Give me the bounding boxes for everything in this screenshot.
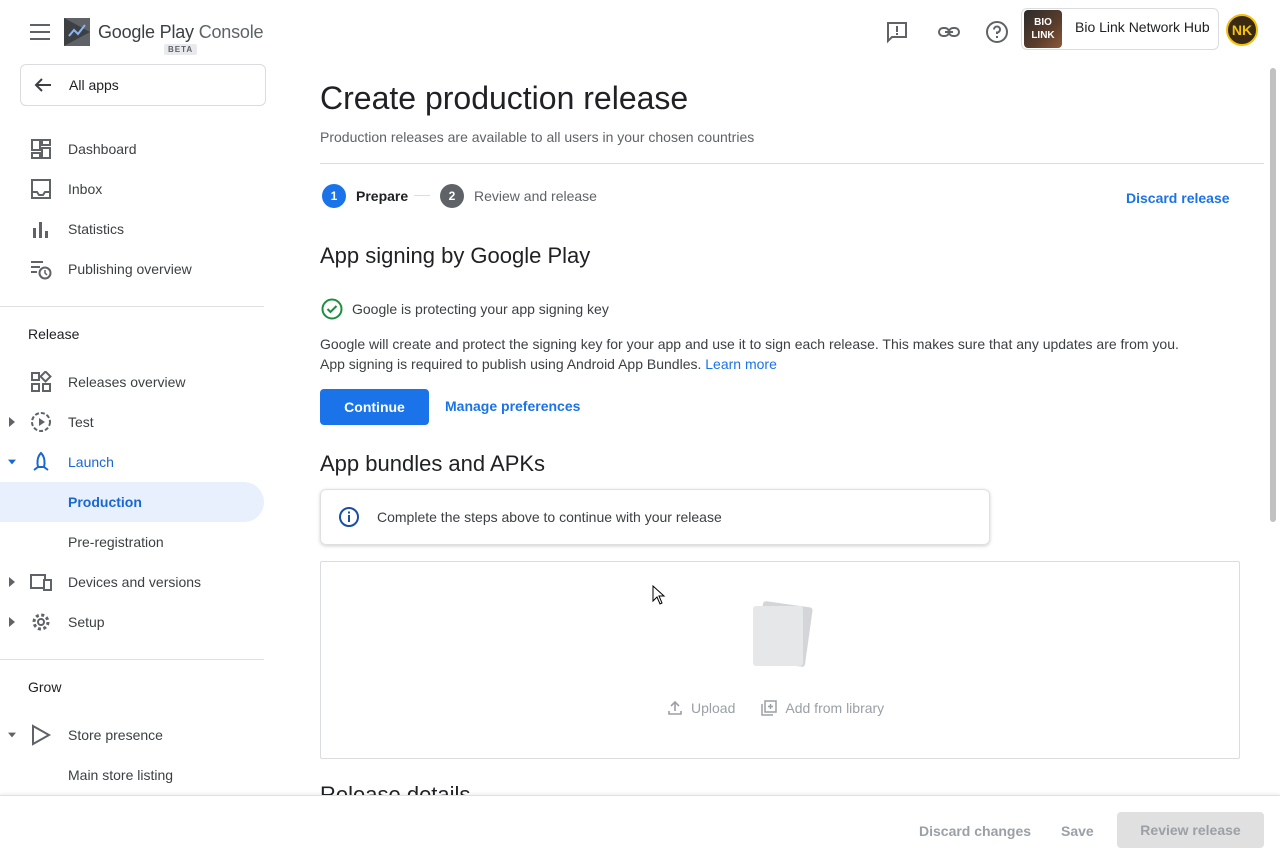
sidebar-item-label: Publishing overview bbox=[68, 261, 192, 277]
section-header-grow: Grow bbox=[28, 679, 62, 695]
account-name: Bio Link Network Hub bbox=[1075, 19, 1210, 35]
play-store-icon bbox=[32, 724, 52, 746]
account-thumbnail: BIO LINK bbox=[1024, 10, 1062, 48]
step-connector bbox=[414, 195, 430, 196]
step-label: Review and release bbox=[474, 188, 597, 204]
page-subtitle: Production releases are available to all… bbox=[320, 129, 755, 145]
library-add-icon bbox=[761, 700, 778, 716]
sidebar-item-publishing-overview[interactable]: Publishing overview bbox=[0, 249, 264, 289]
sidebar-item-launch[interactable]: Launch bbox=[0, 442, 264, 482]
add-from-library-button[interactable]: Add from library bbox=[761, 700, 884, 716]
bundle-upload-dropzone[interactable]: Upload Add from library bbox=[320, 561, 1240, 759]
sidebar-item-label: Test bbox=[68, 414, 94, 430]
sidebar-item-label: Store presence bbox=[68, 727, 163, 743]
scrollbar[interactable] bbox=[1270, 68, 1276, 522]
info-banner: Complete the steps above to continue wit… bbox=[320, 489, 990, 545]
sidebar-divider bbox=[0, 306, 264, 307]
inbox-icon bbox=[31, 179, 51, 199]
signing-description: Google will create and protect the signi… bbox=[320, 336, 1179, 372]
upload-icon bbox=[668, 700, 682, 715]
discard-release-button[interactable]: Discard release bbox=[1126, 190, 1230, 206]
sidebar-item-label: Main store listing bbox=[68, 767, 174, 783]
check-circle-icon bbox=[321, 298, 343, 320]
sidebar-item-setup[interactable]: Setup bbox=[0, 602, 264, 642]
learn-more-link[interactable]: Learn more bbox=[705, 356, 777, 372]
sidebar-item-label: Setup bbox=[68, 614, 105, 630]
link-icon[interactable] bbox=[937, 20, 961, 44]
avatar[interactable]: NK bbox=[1226, 14, 1258, 46]
publishing-overview-icon bbox=[31, 261, 52, 280]
all-apps-button[interactable]: All apps bbox=[20, 64, 266, 106]
document-illustration-icon bbox=[753, 601, 813, 667]
releases-overview-icon bbox=[31, 371, 52, 392]
account-switcher[interactable]: BIO LINK Bio Link Network Hub bbox=[1021, 8, 1219, 50]
step-number: 1 bbox=[322, 184, 346, 208]
help-icon[interactable] bbox=[985, 20, 1009, 44]
app-bundles-heading: App bundles and APKs bbox=[320, 451, 546, 476]
upload-button[interactable]: Upload bbox=[667, 700, 735, 716]
dashboard-icon bbox=[31, 139, 51, 159]
sidebar-item-store-presence[interactable]: Store presence bbox=[0, 715, 264, 755]
sidebar-item-label: Dashboard bbox=[68, 141, 137, 157]
title-divider bbox=[320, 163, 1264, 164]
collapse-arrow-icon[interactable] bbox=[8, 457, 16, 467]
step-review-and-release: 2 Review and release bbox=[440, 184, 597, 208]
devices-icon bbox=[30, 574, 52, 591]
signing-status: Google is protecting your app signing ke… bbox=[320, 297, 609, 321]
save-button[interactable]: Save bbox=[1061, 823, 1094, 839]
feedback-icon[interactable] bbox=[885, 20, 909, 44]
sidebar-item-label: Pre-registration bbox=[68, 534, 164, 550]
review-release-button[interactable]: Review release bbox=[1117, 812, 1264, 848]
beta-badge: BETA bbox=[164, 44, 198, 55]
app-signing-heading: App signing by Google Play bbox=[320, 243, 591, 268]
sidebar-item-dashboard[interactable]: Dashboard bbox=[0, 129, 264, 169]
sidebar-item-test[interactable]: Test bbox=[0, 402, 264, 442]
play-console-logo-icon bbox=[64, 18, 90, 46]
info-icon bbox=[339, 507, 359, 527]
sidebar-item-label: Devices and versions bbox=[68, 574, 202, 590]
gear-icon bbox=[32, 613, 50, 631]
section-header-release: Release bbox=[28, 326, 80, 342]
launch-icon bbox=[33, 451, 49, 471]
upload-actions: Upload Add from library bbox=[667, 700, 910, 716]
sidebar-item-label: Inbox bbox=[68, 181, 103, 197]
menu-icon[interactable] bbox=[30, 24, 50, 40]
expand-arrow-icon[interactable] bbox=[8, 617, 16, 627]
play-console-logo[interactable]: Google Play Console bbox=[62, 16, 264, 48]
expand-arrow-icon[interactable] bbox=[8, 577, 16, 587]
info-banner-text: Complete the steps above to continue wit… bbox=[377, 509, 722, 525]
sidebar-item-main-store-listing[interactable]: Main store listing bbox=[0, 755, 264, 795]
sidebar-item-releases-overview[interactable]: Releases overview bbox=[0, 362, 264, 402]
manage-preferences-button[interactable]: Manage preferences bbox=[445, 398, 580, 414]
sidebar-divider bbox=[0, 659, 264, 660]
collapse-arrow-icon[interactable] bbox=[8, 730, 16, 740]
continue-button[interactable]: Continue bbox=[320, 389, 429, 425]
step-prepare: 1 Prepare bbox=[322, 184, 408, 208]
step-label: Prepare bbox=[356, 188, 409, 204]
discard-changes-button[interactable]: Discard changes bbox=[919, 823, 1031, 839]
arrow-back-icon bbox=[34, 78, 51, 92]
statistics-icon bbox=[33, 222, 48, 238]
page-title: Create production release bbox=[320, 80, 689, 116]
action-footer: Discard changes Save Review release bbox=[0, 795, 1280, 864]
expand-arrow-icon[interactable] bbox=[8, 417, 16, 427]
sidebar-item-label: Production bbox=[68, 494, 142, 510]
sidebar-item-production[interactable]: Production bbox=[0, 482, 264, 522]
sidebar-item-label: Statistics bbox=[68, 221, 125, 237]
sidebar-item-label: Releases overview bbox=[68, 374, 186, 390]
signing-status-text: Google is protecting your app signing ke… bbox=[352, 301, 609, 317]
sidebar-item-statistics[interactable]: Statistics bbox=[0, 209, 264, 249]
sidebar-item-label: Launch bbox=[68, 454, 114, 470]
mouse-cursor-icon bbox=[652, 585, 666, 605]
sidebar-item-pre-registration[interactable]: Pre-registration bbox=[0, 522, 264, 562]
sidebar-item-devices-and-versions[interactable]: Devices and versions bbox=[0, 562, 264, 602]
test-icon bbox=[31, 412, 51, 432]
step-number: 2 bbox=[440, 184, 464, 208]
all-apps-label: All apps bbox=[69, 77, 119, 93]
sidebar-item-inbox[interactable]: Inbox bbox=[0, 169, 264, 209]
